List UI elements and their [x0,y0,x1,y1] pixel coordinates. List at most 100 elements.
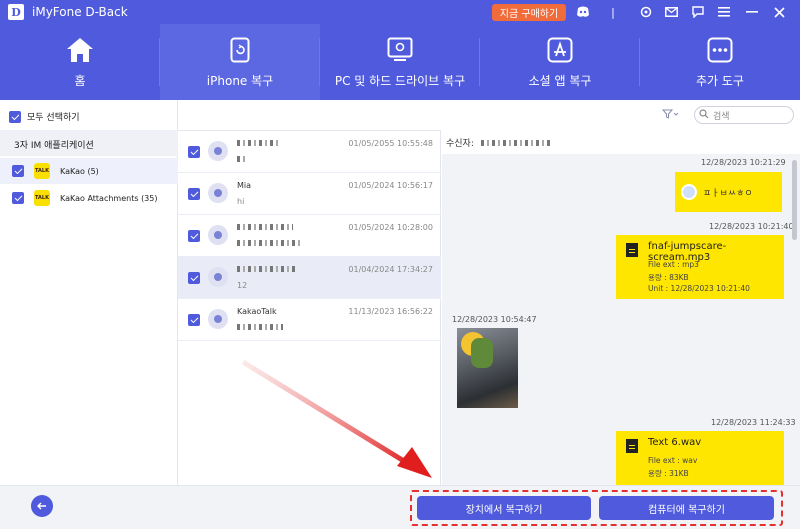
pc-drive-icon [386,36,414,64]
search-icon [699,108,709,122]
file-attachment[interactable]: fnaf-jumpscare-scream.mp3 File ext : mp3… [616,235,784,299]
recipient-label: 수신자: [446,139,474,149]
settings-icon[interactable] [639,5,653,19]
title-bar: D iMyFone D-Back [0,0,800,24]
message-timestamp: 12/28/2023 10:21:29 [701,158,786,167]
kakaotalk-icon: TALK [34,163,50,179]
filter-icon[interactable] [661,109,680,122]
back-button[interactable] [31,495,53,517]
recover-to-device-button[interactable]: 장치에서 복구하기 [417,496,591,520]
message-date: 11/13/2023 16:56:22 [348,307,433,316]
mail-icon[interactable] [664,5,678,19]
sidebar: 모두 선택하기 3자 IM 애플리케이션 TALK KaKao (5) TALK… [0,100,178,485]
item-checkbox[interactable] [188,230,200,242]
sidebar-item-kakao-attachments[interactable]: TALK KaKao Attachments (35) [0,185,178,211]
message-preview: 12 [237,281,248,290]
sidebar-item-label: KaKao (5) [60,166,99,176]
tab-pc-drive-recovery-label: PC 및 하드 드라이브 복구 [334,73,466,88]
blurred-recipient [480,140,551,146]
message-date: 01/05/2055 10:55:48 [348,139,433,148]
message-date: 01/05/2024 10:56:17 [348,181,433,190]
list-item[interactable]: KakaoTalk 11/13/2023 16:56:22 [178,299,441,341]
blurred-name [237,140,279,146]
avatar [208,141,228,161]
list-item[interactable]: 01/05/2055 10:55:48 [178,131,441,173]
more-tools-icon [706,36,734,64]
tab-iphone-recovery-label: iPhone 복구 [206,73,274,88]
tab-social-app-recovery-label: 소셜 앱 복구 [528,73,592,88]
select-all-label: 모두 선택하기 [27,113,80,123]
kakao-attachments-checkbox[interactable] [12,192,24,204]
recover-to-computer-button[interactable]: 컴퓨터에 복구하기 [599,496,774,520]
document-icon [626,243,638,257]
avatar [208,267,228,287]
file-size: 용량 : 83KB [648,273,689,282]
app-logo: D [8,4,24,20]
sidebar-item-label: KaKao Attachments (35) [60,193,158,203]
contact-name [237,265,295,274]
message-preview [237,323,283,332]
appstore-icon [546,36,574,64]
blurred-preview [237,240,301,246]
tab-social-app-recovery[interactable]: 소셜 앱 복구 [480,24,640,100]
contact-name [237,223,293,232]
buy-now-button[interactable]: 지금 구매하기 [492,4,566,21]
item-checkbox[interactable] [188,314,200,326]
tab-home-label: 홈 [74,73,86,88]
search-input[interactable]: 검색 [694,106,794,124]
image-attachment[interactable] [457,328,518,408]
blurred-preview [237,324,283,330]
sidebar-item-kakao[interactable]: TALK KaKao (5) [0,158,178,184]
avatar [208,309,228,329]
separator-icon: | [611,5,615,19]
file-ext: File ext : wav [648,456,698,465]
search-placeholder: 검색 [713,111,730,122]
menu-icon[interactable] [717,5,731,19]
list-item[interactable]: 12 01/04/2024 17:34:27 [178,257,441,299]
tab-more-tools[interactable]: 추가 도구 [640,24,800,100]
tab-more-tools-label: 추가 도구 [696,73,744,88]
sticker-image [471,338,493,368]
close-icon[interactable] [772,5,786,19]
file-attachment[interactable]: Text 6.wav File ext : wav 용량 : 31KB [616,431,784,485]
avatar [208,225,228,245]
message-preview: hi [237,197,245,206]
message-timestamp: 12/28/2023 11:24:33 [711,418,796,427]
message-date: 01/05/2024 10:28:00 [348,223,433,232]
message-date: 01/04/2024 17:34:27 [348,265,433,274]
blurred-preview [237,156,247,162]
chat-icon[interactable] [691,5,705,19]
kakao-checkbox[interactable] [12,165,24,177]
select-all-checkbox[interactable] [9,110,21,123]
list-item[interactable]: 01/05/2024 10:28:00 [178,215,441,257]
file-size: 용량 : 31KB [648,469,689,478]
tab-pc-drive-recovery[interactable]: PC 및 하드 드라이브 복구 [320,24,480,100]
blurred-name [237,266,295,272]
minimize-icon[interactable] [745,5,759,19]
file-unit: Unit : 12/28/2023 10:21:40 [648,284,750,293]
file-ext: File ext : mp3 [648,260,699,269]
contact-name: KakaoTalk [237,307,277,316]
chat-header: 수신자: [442,130,800,154]
contact-name: Mia [237,181,252,190]
item-checkbox[interactable] [188,272,200,284]
item-checkbox[interactable] [188,146,200,158]
message-list: 01/05/2055 10:55:48 Mia hi 01/05/2024 10… [178,130,441,485]
select-all[interactable]: 모두 선택하기 [9,110,80,123]
arrow-left-icon [37,499,47,513]
message-timestamp: 12/28/2023 10:21:40 [709,222,794,231]
message-preview [237,155,247,164]
discord-icon[interactable] [576,5,590,19]
message-bubble[interactable]: ㅍㅏㅂㅆㅎㅇ [675,172,782,212]
iphone-recovery-icon [226,36,254,64]
avatar [208,183,228,203]
kakaotalk-icon: TALK [34,190,50,206]
tab-iphone-recovery[interactable]: iPhone 복구 [160,24,320,100]
main-nav: 홈 iPhone 복구 PC 및 하드 드라이브 복구 소셜 앱 복구 추가 도… [0,24,800,100]
message-timestamp: 12/28/2023 10:54:47 [452,315,537,324]
item-checkbox[interactable] [188,188,200,200]
tab-home[interactable]: 홈 [0,24,160,100]
list-item[interactable]: Mia hi 01/05/2024 10:56:17 [178,173,441,215]
blurred-name [237,224,293,230]
chat-scrollbar[interactable] [792,160,797,240]
